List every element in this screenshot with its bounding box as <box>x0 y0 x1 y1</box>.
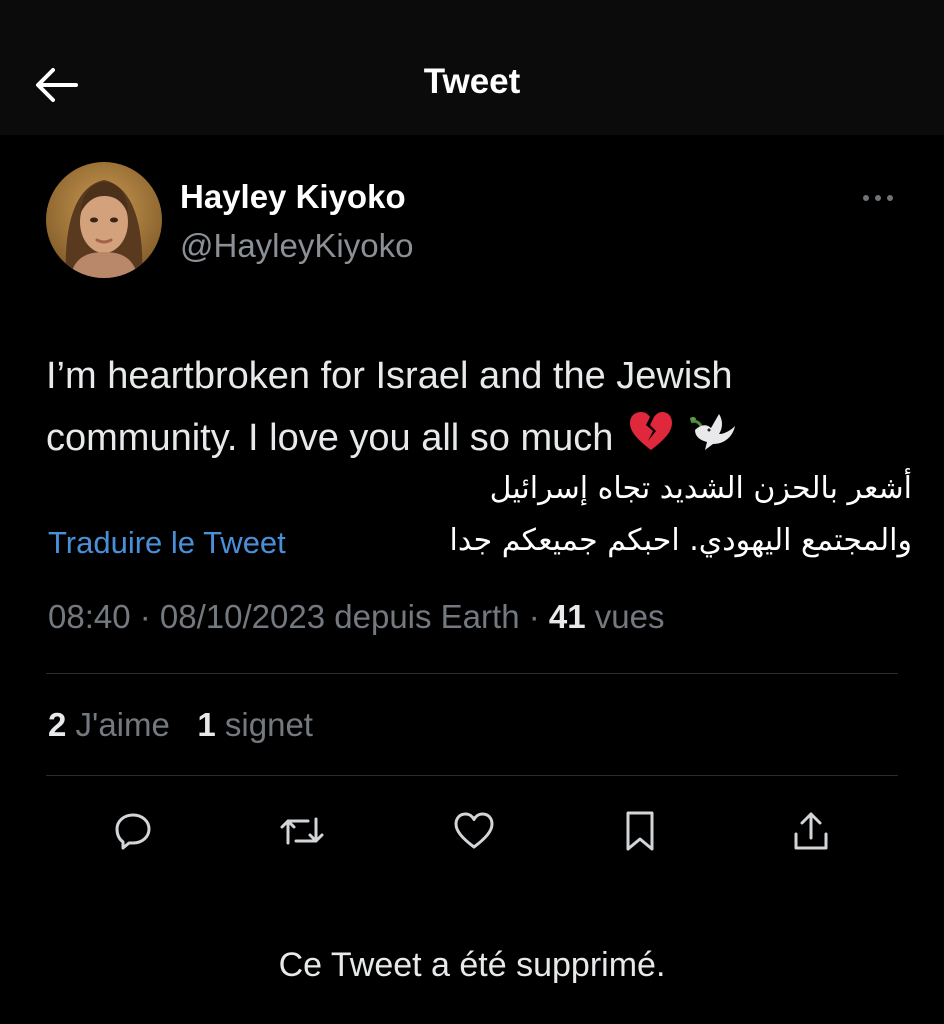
translate-tweet-link[interactable]: Traduire le Tweet <box>48 525 286 561</box>
arabic-line-2: والمجتمع اليهودي. احبكم جميعكم جدا <box>449 523 912 558</box>
retweet-icon <box>280 817 324 845</box>
arabic-translation-overlay: أشعر بالحزن الشديد تجاه إسرائيل والمجتمع… <box>360 463 912 567</box>
tweet-text-line-1: I’m heartbroken for Israel and the Jewis… <box>46 355 733 397</box>
share-icon <box>794 812 828 850</box>
bookmarks-stat[interactable]: 1 signet <box>197 706 313 743</box>
retweet-button[interactable] <box>277 806 327 856</box>
broken-heart-icon <box>628 409 674 471</box>
meta-separator: · <box>130 598 160 635</box>
bookmarks-label: signet <box>215 706 313 743</box>
more-options-button[interactable] <box>860 188 896 208</box>
likes-label: J'aime <box>66 706 170 743</box>
divider <box>46 775 898 776</box>
tweet-time[interactable]: 08:40 <box>48 598 131 635</box>
bookmarks-count: 1 <box>197 706 216 743</box>
divider <box>46 673 898 674</box>
tweet-date[interactable]: 08/10/2023 <box>160 598 325 635</box>
bookmark-icon <box>626 811 654 851</box>
meta-separator: · <box>519 598 549 635</box>
tweet-text-line-2-text: community. I love you all so much <box>46 417 614 459</box>
avatar[interactable] <box>46 162 162 278</box>
views-count: 41 <box>548 598 586 635</box>
top-bar: Tweet <box>0 0 944 135</box>
author-name[interactable]: Hayley Kiyoko <box>180 178 406 216</box>
share-button[interactable] <box>786 806 836 856</box>
more-dots-icon <box>863 195 893 201</box>
tweet-meta: 08:40 · 08/10/2023 depuis Earth · 41 vue… <box>48 598 664 636</box>
arabic-line-1: أشعر بالحزن الشديد تجاه إسرائيل <box>489 471 912 506</box>
reply-icon <box>115 813 151 850</box>
author-handle[interactable]: @HayleyKiyoko <box>180 227 413 265</box>
tweet-text-line-2: community. I love you all so much <box>46 407 906 471</box>
likes-count: 2 <box>48 706 67 743</box>
page-title: Tweet <box>423 62 521 101</box>
bookmark-button[interactable] <box>615 806 665 856</box>
tweet-source: depuis Earth <box>325 598 520 635</box>
tweet-stats: 2 J'aime 1 signet <box>48 706 313 744</box>
like-button[interactable] <box>449 806 499 856</box>
tweet-text: I’m heartbroken for Israel and the Jewis… <box>46 345 906 471</box>
likes-stat[interactable]: 2 J'aime <box>48 706 170 743</box>
views-label: vues <box>585 598 665 635</box>
avatar-image <box>46 162 162 278</box>
reply-button[interactable] <box>108 806 158 856</box>
deleted-notice: Ce Tweet a été supprimé. <box>278 946 666 984</box>
like-icon <box>454 812 494 849</box>
